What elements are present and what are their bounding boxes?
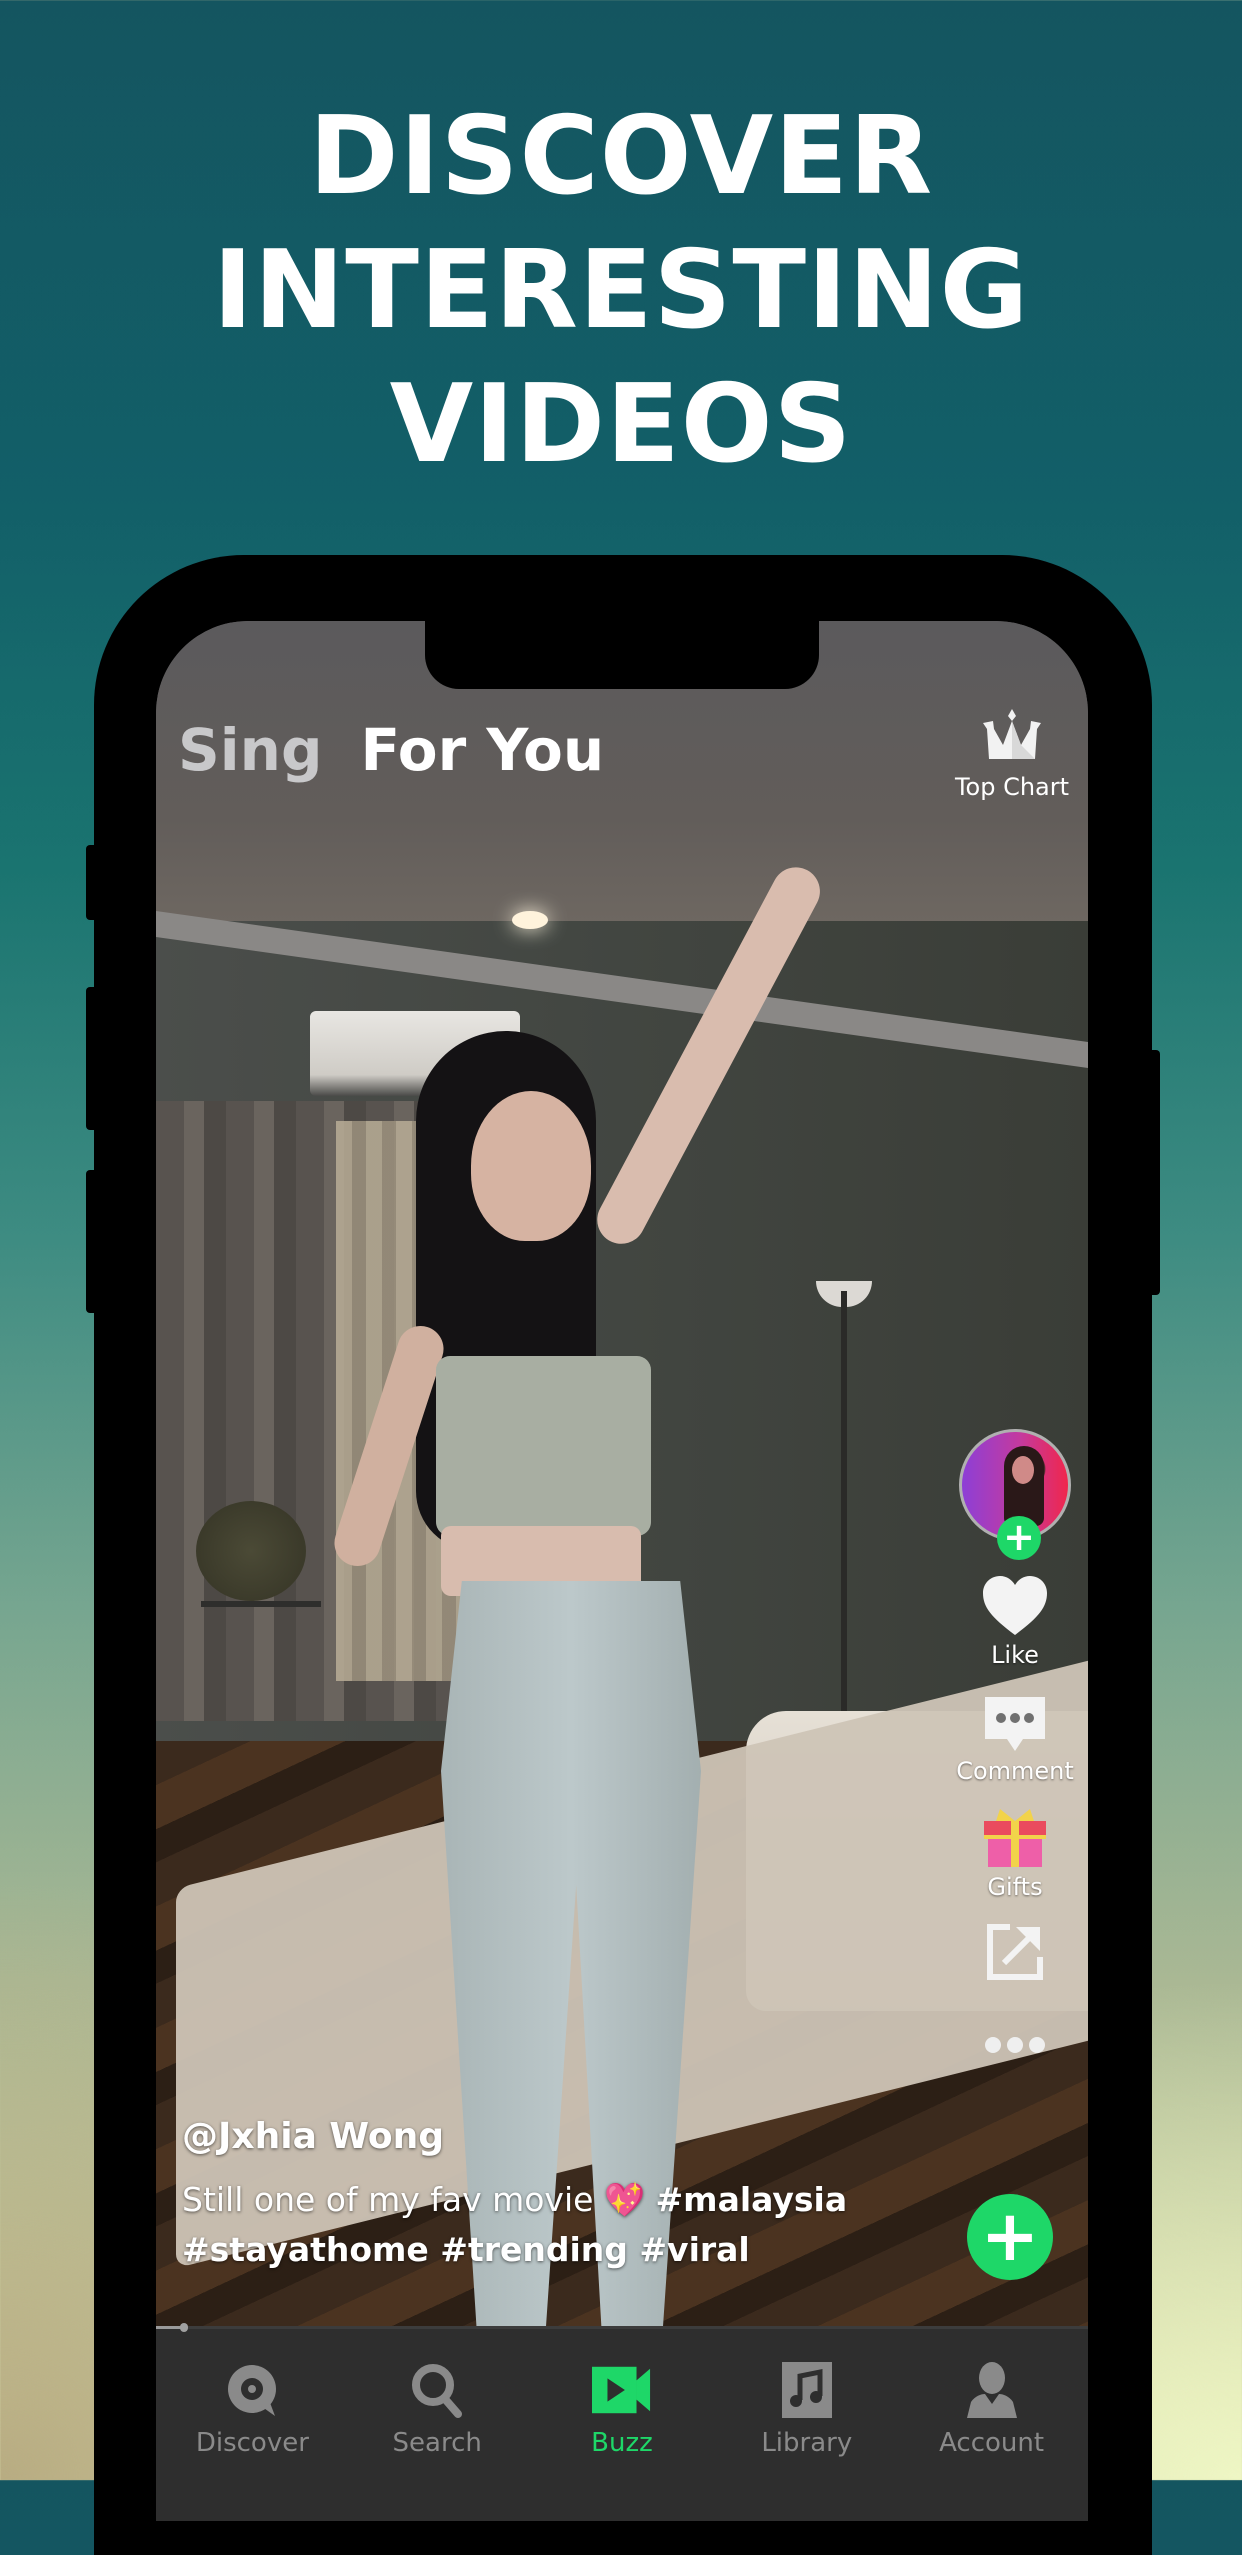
- nav-buzz[interactable]: Buzz: [532, 2328, 712, 2521]
- discover-icon: [228, 2365, 277, 2416]
- nav-discover[interactable]: Discover: [162, 2328, 342, 2521]
- video-icon: [591, 2366, 651, 2414]
- more-button[interactable]: [956, 2035, 1074, 2055]
- caption-text: Still one of my fav movie: [182, 2180, 594, 2219]
- creator-avatar-item[interactable]: +: [956, 1429, 1074, 1569]
- nav-library-label: Library: [761, 2428, 853, 2458]
- sparkling-heart-emoji: 💖: [603, 2180, 646, 2219]
- gift-icon: [984, 1809, 1046, 1867]
- crown-icon: [983, 709, 1041, 759]
- gifts-button[interactable]: Gifts: [956, 1807, 1074, 1901]
- video-ceiling-light: [512, 911, 548, 929]
- video-side-table: [201, 1601, 321, 1727]
- nav-search-label: Search: [392, 2428, 482, 2458]
- heart-icon: [983, 1576, 1047, 1635]
- video-progress-bar[interactable]: [156, 2323, 1088, 2332]
- top-chart-label: Top Chart: [954, 773, 1070, 801]
- dancer-top: [436, 1356, 651, 1536]
- video-player[interactable]: [156, 621, 1088, 2328]
- nav-library[interactable]: Library: [717, 2328, 897, 2521]
- hashtag-malaysia[interactable]: #malaysia: [656, 2180, 848, 2219]
- nav-search[interactable]: Search: [347, 2328, 527, 2521]
- creator-handle[interactable]: @Jxhia Wong: [182, 2116, 882, 2157]
- feed-tabs: Sing For You: [178, 716, 604, 784]
- share-icon: [987, 1924, 1043, 1980]
- creator-avatar[interactable]: +: [959, 1429, 1071, 1560]
- top-chart-button[interactable]: Top Chart: [952, 709, 1072, 801]
- comment-icon: [985, 1697, 1045, 1751]
- like-label: Like: [991, 1641, 1039, 1669]
- nav-account[interactable]: Account: [902, 2328, 1082, 2521]
- nav-buzz-label: Buzz: [591, 2428, 653, 2458]
- nav-account-label: Account: [939, 2428, 1045, 2458]
- post-description: Still one of my fav movie 💖 #malaysia #s…: [182, 2175, 882, 2275]
- music-library-icon: [781, 2362, 832, 2418]
- dancer-face: [471, 1091, 591, 1241]
- action-rail: + Like Comment Gifts: [956, 1429, 1074, 2055]
- tab-sing[interactable]: Sing: [178, 716, 322, 784]
- promo-headline: DISCOVER INTERESTING VIDEOS: [0, 90, 1242, 492]
- like-button[interactable]: Like: [956, 1575, 1074, 1669]
- follow-plus-icon[interactable]: +: [997, 1516, 1041, 1560]
- more-icon: [985, 2037, 1045, 2053]
- comment-label: Comment: [956, 1757, 1074, 1785]
- phone-notch: [425, 600, 819, 689]
- bottom-nav: Discover Search Buzz Library Account: [156, 2328, 1088, 2521]
- post-caption: @Jxhia Wong Still one of my fav movie 💖 …: [182, 2116, 882, 2275]
- share-button[interactable]: [956, 1923, 1074, 1981]
- headline-line-2: INTERESTING: [212, 228, 1030, 353]
- gifts-label: Gifts: [987, 1873, 1043, 1901]
- power-button: [1148, 1050, 1160, 1295]
- nav-discover-label: Discover: [195, 2428, 309, 2458]
- mute-switch: [86, 845, 98, 920]
- video-progress-knob[interactable]: [179, 2323, 188, 2332]
- volume-down-button: [86, 1170, 98, 1313]
- video-plant: [196, 1501, 306, 1601]
- tab-for-you[interactable]: For You: [360, 716, 604, 784]
- create-button[interactable]: +: [967, 2194, 1053, 2280]
- avatar-face: [1012, 1456, 1034, 1484]
- hashtags-line-2[interactable]: #stayathome #trending #viral: [182, 2230, 750, 2269]
- app-screen: Sing For You Top Chart + Like Comment Gi…: [156, 621, 1088, 2521]
- account-icon: [966, 2362, 1017, 2418]
- headline-line-3: VIDEOS: [389, 362, 853, 487]
- search-icon: [412, 2364, 463, 2418]
- headline-line-1: DISCOVER: [308, 94, 934, 219]
- comment-button[interactable]: Comment: [956, 1695, 1074, 1785]
- video-floor-lamp: [841, 1291, 847, 1721]
- volume-up-button: [86, 987, 98, 1130]
